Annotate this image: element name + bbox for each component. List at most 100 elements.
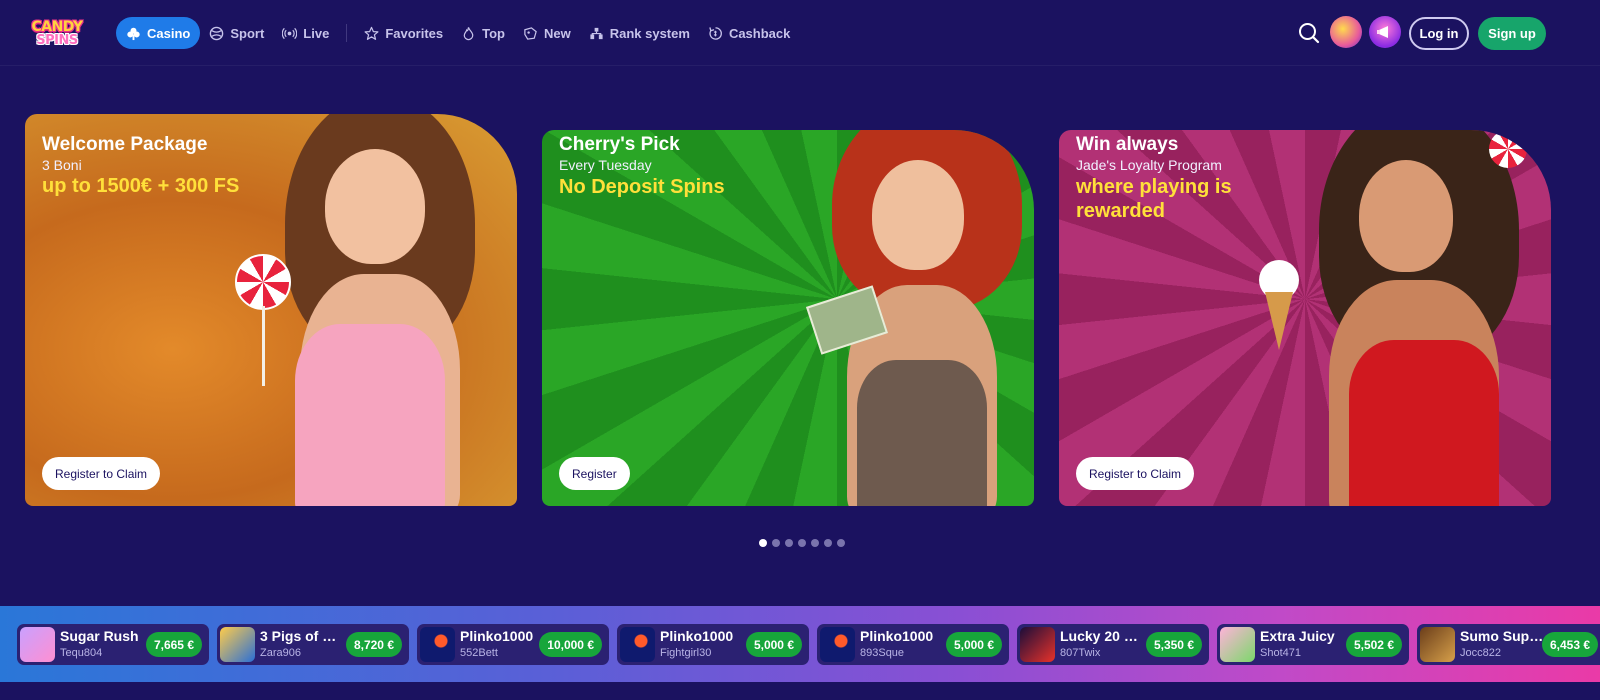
- recent-winners-ticker: Sugar Rush Tequ804 7,665 € 3 Pigs of Oly…: [0, 606, 1600, 682]
- broadcast-icon: [282, 27, 298, 39]
- winner-username: 552Bett: [460, 647, 498, 659]
- winner-card[interactable]: Sumo Supreme Jocc822 6,453 €: [1417, 624, 1600, 665]
- winner-card[interactable]: 3 Pigs of Olympus Zara906 8,720 €: [217, 624, 409, 665]
- carousel-dot-5[interactable]: [811, 539, 819, 547]
- nav-divider: [346, 24, 348, 42]
- nav-item-label: Favorites: [385, 25, 444, 41]
- nav-item-label: Cashback: [728, 25, 791, 41]
- winner-amount: 5,502 €: [1345, 632, 1402, 657]
- winner-game-name: Plinko1000: [660, 628, 734, 644]
- winner-card[interactable]: Lucky 20 Sevens 807Twix 5,350 €: [1017, 624, 1209, 665]
- winner-game-name: Sugar Rush: [60, 628, 139, 644]
- banner-highlight: up to 1500€ + 300 FS: [42, 175, 240, 197]
- winner-username: Zara906: [260, 647, 301, 659]
- winner-amount: 8,720 €: [345, 632, 402, 657]
- club-icon: [127, 27, 140, 40]
- nav-item-live[interactable]: Live: [273, 17, 338, 49]
- winner-game-name: Sumo Supreme: [1460, 628, 1544, 644]
- gift-box-icon[interactable]: [1330, 16, 1362, 48]
- star-icon: [364, 26, 379, 40]
- winner-amount: 7,665 €: [145, 632, 202, 657]
- cashback-icon: [709, 26, 722, 40]
- winner-amount: 5,350 €: [1145, 632, 1202, 657]
- banner-title: Cherry's Pick: [559, 134, 680, 155]
- winner-game-name: Plinko1000: [860, 628, 934, 644]
- carousel-dot-1[interactable]: [759, 539, 767, 547]
- game-thumbnail: [1020, 627, 1055, 662]
- banner-title: Win always: [1076, 134, 1179, 155]
- winner-username: Shot471: [1260, 647, 1301, 659]
- carousel-dot-6[interactable]: [824, 539, 832, 547]
- carousel-dot-4[interactable]: [798, 539, 806, 547]
- rank-icon: [590, 27, 603, 39]
- banner-highlight: No Deposit Spins: [559, 176, 725, 198]
- promo-banner-welcome[interactable]: Welcome Package 3 Boni up to 1500€ + 300…: [25, 114, 517, 506]
- nav-item-label: Live: [303, 25, 330, 41]
- winner-username: Tequ804: [60, 647, 103, 659]
- winner-game-name: Lucky 20 Sevens: [1060, 628, 1144, 644]
- nav-item-label: New: [543, 25, 571, 41]
- game-thumbnail: [420, 627, 455, 662]
- carousel-dot-2[interactable]: [772, 539, 780, 547]
- winner-card[interactable]: Plinko1000 893Sque 5,000 €: [817, 624, 1009, 665]
- winner-game-name: Extra Juicy: [1260, 628, 1335, 644]
- flame-icon: [463, 26, 474, 40]
- nav-item-label: Sport: [230, 25, 265, 41]
- register-button[interactable]: Register: [559, 457, 630, 490]
- winner-amount: 6,453 €: [1542, 632, 1599, 657]
- nav-item-label: Rank system: [609, 25, 690, 41]
- winner-card[interactable]: Plinko1000 Fightgirl30 5,000 €: [617, 624, 809, 665]
- megaphone-icon[interactable]: [1369, 16, 1401, 48]
- winner-username: 807Twix: [1060, 647, 1101, 659]
- banner-character-illustration: [792, 130, 1034, 506]
- game-thumbnail: [620, 627, 655, 662]
- megaphone-glyph-icon: [1377, 26, 1388, 38]
- game-thumbnail: [20, 627, 55, 662]
- banner-subtitle: Jade's Loyalty Program: [1076, 157, 1222, 173]
- logo-line-1: CANDY: [31, 18, 83, 35]
- winner-game-name: Plinko1000: [460, 628, 534, 644]
- banner-subtitle: 3 Boni: [42, 157, 82, 173]
- login-button[interactable]: Log in: [1409, 17, 1469, 50]
- carousel-pagination: [759, 539, 845, 547]
- banner-highlight: where playing is rewarded: [1076, 176, 1232, 222]
- winner-amount: 5,000 €: [945, 632, 1002, 657]
- top-header: CANDY SPINS Casino Sport Live Favorites …: [0, 0, 1600, 66]
- carousel-dot-7[interactable]: [837, 539, 845, 547]
- nav-item-cashback[interactable]: Cashback: [699, 17, 799, 49]
- winner-amount: 10,000 €: [539, 632, 602, 657]
- game-thumbnail: [1420, 627, 1455, 662]
- main-nav: Casino Sport Live Favorites Top New Rank…: [116, 17, 799, 49]
- nav-item-rank-system[interactable]: Rank system: [580, 17, 699, 49]
- winner-username: Jocc822: [1460, 647, 1501, 659]
- candy-spins-logo[interactable]: CANDY SPINS: [26, 15, 88, 51]
- game-thumbnail: [1220, 627, 1255, 662]
- banner-title: Welcome Package: [42, 134, 208, 155]
- banner-character-illustration: [235, 114, 515, 506]
- nav-item-label: Top: [482, 25, 505, 41]
- ball-icon: [210, 26, 224, 40]
- nav-item-top[interactable]: Top: [452, 17, 514, 49]
- signup-button[interactable]: Sign up: [1478, 17, 1546, 50]
- winner-card[interactable]: Plinko1000 552Bett 10,000 €: [417, 624, 609, 665]
- register-to-claim-button[interactable]: Register to Claim: [1076, 457, 1195, 490]
- candy-decoration-icon: [1489, 130, 1527, 168]
- promo-banner-loyalty[interactable]: Win always Jade's Loyalty Program where …: [1059, 130, 1551, 506]
- winner-card[interactable]: Sugar Rush Tequ804 7,665 €: [17, 624, 209, 665]
- promo-banner-cherrys-pick[interactable]: Cherry's Pick Every Tuesday No Deposit S…: [542, 130, 1034, 506]
- winner-username: 893Sque: [860, 647, 905, 659]
- nav-item-casino[interactable]: Casino: [116, 17, 201, 49]
- nav-item-new[interactable]: New: [514, 17, 580, 49]
- carousel-dot-3[interactable]: [785, 539, 793, 547]
- nav-item-sport[interactable]: Sport: [200, 17, 273, 49]
- new-badge-icon: [524, 26, 537, 40]
- nav-item-favorites[interactable]: Favorites: [355, 17, 452, 49]
- logo-line-2: SPINS: [36, 32, 78, 48]
- nav-item-label: Casino: [147, 25, 191, 41]
- register-to-claim-button[interactable]: Register to Claim: [42, 457, 161, 490]
- search-icon[interactable]: [1298, 22, 1320, 44]
- game-thumbnail: [220, 627, 255, 662]
- winner-card[interactable]: Extra Juicy Shot471 5,502 €: [1217, 624, 1409, 665]
- winner-username: Fightgirl30: [660, 647, 712, 659]
- winner-amount: 5,000 €: [745, 632, 802, 657]
